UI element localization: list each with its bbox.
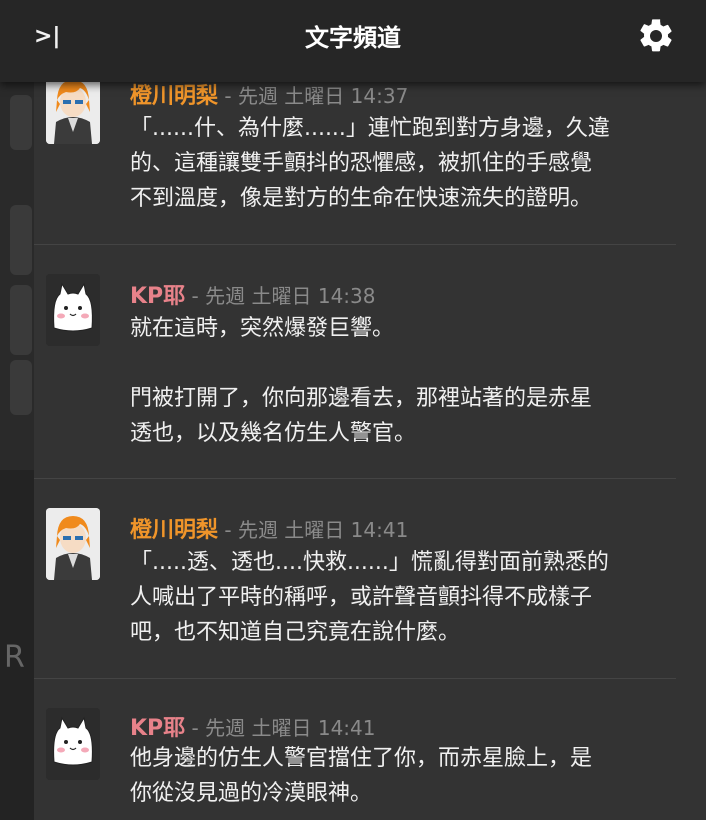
message-timestamp: 先週 土曜日 14:41	[237, 518, 409, 542]
app-window: R 橙川明梨 - 先週 土曜日 14:37 「......什、為什麼......…	[0, 0, 706, 820]
message-timestamp: 先週 土曜日 14:37	[237, 84, 409, 108]
background-sidebar-icon	[10, 205, 32, 275]
message-line: 吧，也不知道自己究竟在說什麼。	[130, 620, 461, 645]
message-body: 他身邊的仿生人警官擋住了你，而赤星臉上，是 你從沒見過的冷漠眼神。	[130, 741, 680, 811]
message-divider	[34, 678, 676, 679]
background-sidebar-icon	[10, 360, 32, 415]
message-body: 「......什、為什麼......」連忙跑到對方身邊，久違 的、這種讓雙手顫抖…	[130, 111, 680, 216]
message-timestamp: 先週 土曜日 14:38	[205, 284, 376, 308]
chat-message-list[interactable]: 橙川明梨 - 先週 土曜日 14:37 「......什、為什麼......」連…	[34, 0, 706, 820]
message-body: 就在這時，突然爆發巨響。 門被打開了，你向那邊看去，那裡站著的是赤星 透也，以及…	[130, 311, 680, 451]
meta-separator: -	[218, 84, 238, 108]
channel-header: >| 文字頻道	[0, 0, 706, 82]
message-line: 就在這時，突然爆發巨響。	[130, 316, 395, 341]
message-meta: 橙川明梨 - 先週 土曜日 14:37	[130, 78, 408, 110]
message-body: 「.....透、透也....快救......」慌亂得對面前熟悉的 人喊出了平時的…	[130, 545, 680, 650]
message-meta: 橙川明梨 - 先週 土曜日 14:41	[130, 512, 408, 544]
message-author[interactable]: 橙川明梨	[130, 518, 218, 543]
message-line: 他身邊的仿生人警官擋住了你，而赤星臉上，是	[130, 746, 593, 771]
background-sidebar-letter: R	[4, 640, 25, 675]
message-line: 你從沒見過的冷漠眼神。	[130, 781, 373, 806]
message-line: 門被打開了，你向那邊看去，那裡站著的是赤星	[130, 386, 593, 411]
background-sidebar-icon	[10, 285, 32, 355]
orange-hair-character-avatar[interactable]	[46, 72, 100, 144]
message-line: 「......什、為什麼......」連忙跑到對方身邊，久違	[130, 116, 610, 141]
settings-button[interactable]	[636, 16, 676, 56]
channel-title: 文字頻道	[305, 24, 401, 52]
message-divider	[34, 244, 676, 245]
white-cat-avatar[interactable]	[46, 274, 100, 346]
meta-separator: -	[218, 518, 238, 542]
message-line: 透也，以及幾名仿生人警官。	[130, 421, 417, 446]
orange-hair-character-avatar[interactable]	[46, 508, 100, 580]
message-author[interactable]: 橙川明梨	[130, 84, 218, 109]
message-line: 的、這種讓雙手顫抖的恐懼感，被抓住的手感覺	[130, 151, 593, 176]
message-line	[130, 346, 680, 381]
background-sidebar-icon	[10, 95, 32, 150]
message-line: 不到溫度，像是對方的生命在快速流失的證明。	[130, 186, 593, 211]
message-line: 人喊出了平時的稱呼，或許聲音顫抖得不成樣子	[130, 585, 593, 610]
message-author[interactable]: KP耶	[130, 716, 185, 741]
message-meta: KP耶 - 先週 土曜日 14:38	[130, 278, 375, 310]
white-cat-avatar[interactable]	[46, 708, 100, 780]
message-meta: KP耶 - 先週 土曜日 14:41	[130, 710, 375, 742]
message-author[interactable]: KP耶	[130, 284, 185, 309]
message-divider	[34, 478, 676, 479]
message-timestamp: 先週 土曜日 14:41	[205, 716, 376, 740]
meta-separator: -	[185, 284, 206, 308]
message-line: 「.....透、透也....快救......」慌亂得對面前熟悉的	[130, 550, 609, 575]
background-sidebar-fragment: R	[0, 0, 34, 820]
meta-separator: -	[185, 716, 206, 740]
gear-icon	[636, 19, 676, 60]
